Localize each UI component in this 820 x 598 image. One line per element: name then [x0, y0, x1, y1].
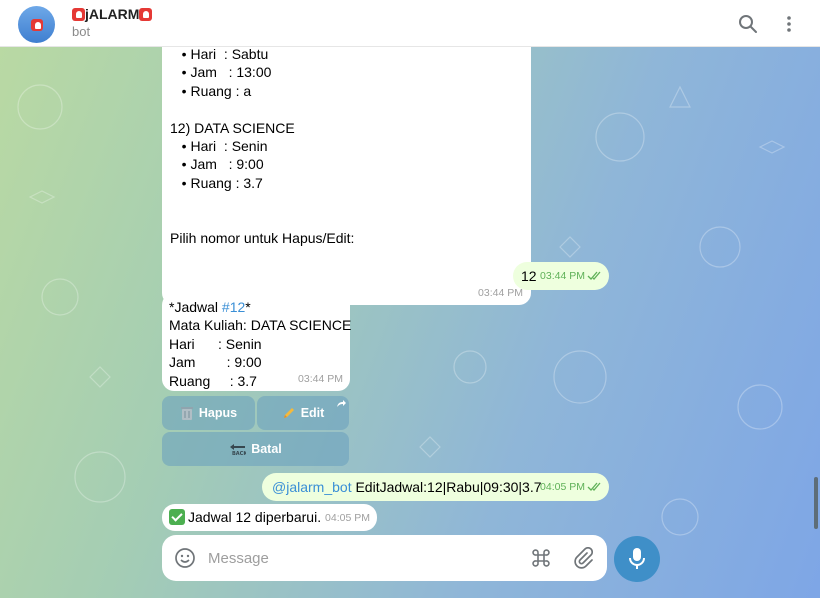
message-line: • Jam : 9:00 [170, 156, 264, 173]
trash-icon [180, 406, 193, 420]
message-composer [162, 535, 607, 581]
hashtag-link[interactable]: #12 [222, 299, 245, 315]
delete-button-label: Hapus [198, 406, 238, 420]
message-time-text: 04:05 PM [540, 480, 585, 493]
chat-area[interactable]: • Hari : Sabtu • Jam : 13:00 • Ruang : a… [0, 47, 820, 598]
message-line: Pilih nomor untuk Hapus/Edit: [170, 229, 355, 246]
edit-button-label: Edit [300, 406, 325, 420]
message-line: Hari : Senin [169, 335, 262, 352]
chat-header: jALARM bot [0, 0, 820, 47]
svg-text:BACK: BACK [232, 451, 246, 456]
message-time: 04:05 PM [540, 478, 601, 497]
more-menu-button[interactable] [777, 12, 801, 36]
message-time: 04:05 PM [325, 511, 370, 524]
message-time: 03:44 PM [478, 286, 523, 299]
message-line: • Hari : Senin [170, 137, 268, 154]
pencil-icon [283, 408, 294, 418]
double-check-icon [587, 271, 601, 280]
bot-mention-link[interactable]: @jalarm_bot [272, 479, 352, 495]
bot-avatar[interactable] [18, 6, 55, 43]
message-line: Mata Kuliah: DATA SCIENCE [169, 317, 352, 334]
share-arrow-icon [337, 400, 346, 407]
message-input[interactable] [208, 547, 508, 569]
alarm-icon [72, 8, 85, 21]
message-schedule-list[interactable]: • Hari : Sabtu • Jam : 13:00 • Ruang : a… [162, 47, 531, 305]
detail-title-prefix: *Jadwal [169, 299, 222, 315]
command-icon [532, 549, 550, 567]
attach-button[interactable] [571, 546, 595, 570]
message-confirmation[interactable]: Jadwal 12 diperbarui. 04:05 PM [162, 504, 377, 531]
search-icon [739, 15, 757, 33]
message-line [170, 192, 523, 210]
message-line: • Ruang : 3.7 [170, 174, 263, 191]
double-check-icon [587, 482, 601, 491]
message-line: • Hari : Sabtu [170, 47, 269, 62]
check-mark-icon [169, 509, 185, 525]
record-voice-button[interactable] [614, 536, 660, 582]
emoji-icon [175, 548, 195, 568]
bot-commands-button[interactable] [529, 546, 553, 570]
edit-button[interactable]: Edit [257, 396, 349, 430]
alarm-icon [139, 8, 153, 21]
cancel-button[interactable]: BACK Batal [162, 432, 349, 466]
message-text: 12 [521, 268, 537, 284]
message-line: • Jam : 13:00 [170, 64, 272, 81]
cancel-button-label: Batal [251, 442, 282, 456]
message-time-text: 03:44 PM [540, 269, 585, 282]
microphone-icon [629, 548, 645, 569]
delete-button[interactable]: Hapus [162, 396, 255, 430]
schedule-text: • Hari : Sabtu • Jam : 13:00 • Ruang : a… [170, 47, 523, 247]
back-arrow-icon: BACK [230, 443, 246, 456]
search-button[interactable] [736, 12, 760, 36]
detail-title: *Jadwal #12* [169, 298, 343, 316]
detail-title-suffix: * [245, 299, 251, 315]
message-user-reply[interactable]: 12 03:44 PM [513, 262, 609, 290]
message-schedule-detail[interactable]: *Jadwal #12* Mata Kuliah: DATA SCIENCE H… [162, 293, 352, 391]
message-time: 03:44 PM [540, 267, 601, 286]
more-vertical-icon [787, 16, 791, 32]
message-line [170, 100, 523, 118]
message-text: Jadwal 12 diperbarui. [188, 509, 322, 525]
chat-title[interactable]: jALARM [72, 6, 153, 22]
chat-scrollbar[interactable] [814, 477, 818, 529]
message-line: • Ruang : a [170, 82, 252, 99]
paperclip-icon [574, 547, 593, 569]
chat-title-text: jALARM [85, 6, 140, 22]
message-time: 03:44 PM [298, 372, 343, 385]
message-edit-command[interactable]: @jalarm_bot EditJadwal:12|Rabu|09:30|3.7… [262, 473, 609, 501]
alarm-icon [30, 18, 43, 31]
chat-subtitle: bot [72, 24, 91, 39]
message-line [170, 211, 523, 229]
emoji-button[interactable] [173, 546, 197, 570]
message-text: EditJadwal:12|Rabu|09:30|3.7 [351, 479, 542, 495]
message-line: 12) DATA SCIENCE [170, 119, 295, 136]
